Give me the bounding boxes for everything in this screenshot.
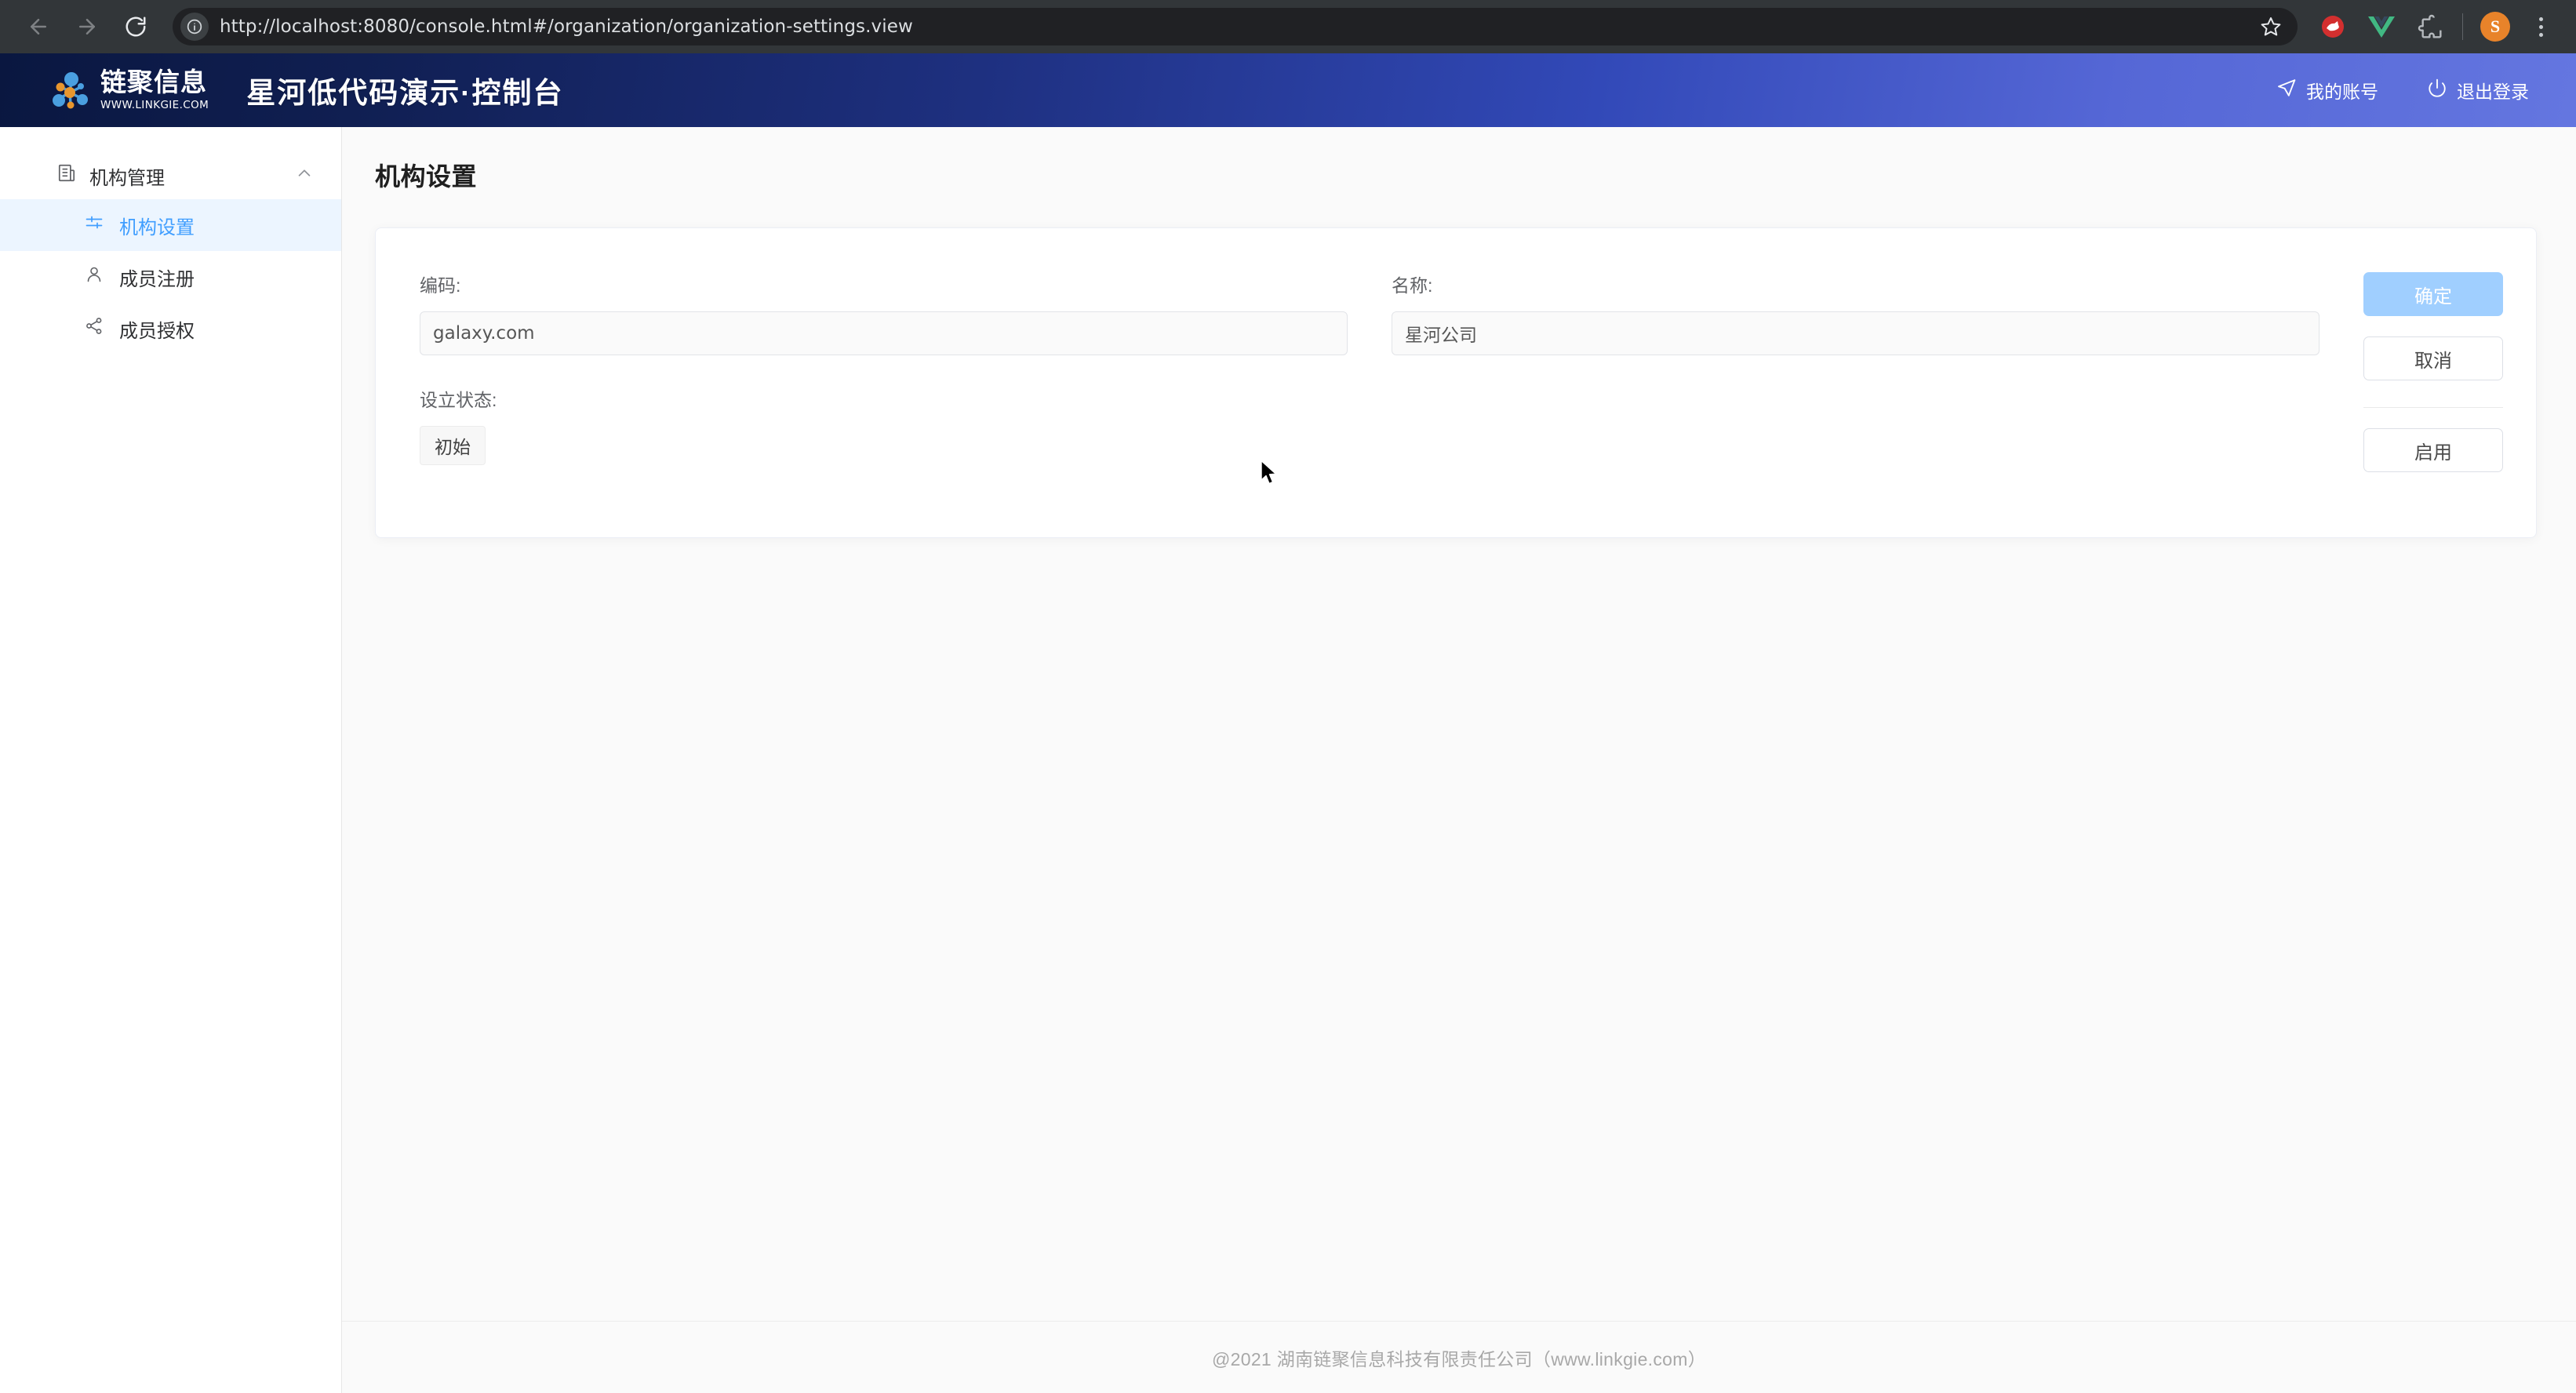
extension-icon-red-animal[interactable] <box>2309 2 2357 51</box>
sidebar-item-label: 机构设置 <box>119 216 195 238</box>
name-input[interactable] <box>1392 311 2319 355</box>
code-input[interactable] <box>420 311 1348 355</box>
confirm-button[interactable]: 确定 <box>2363 272 2503 316</box>
org-settings-form: 编码: 名称: 设立状态: 初始 <box>420 271 2363 495</box>
sidebar-group-org-management[interactable]: 机构管理 <box>0 152 341 199</box>
sidebar: 机构管理 机构设置 成员注册 成员授权 <box>0 127 342 1393</box>
user-icon <box>85 265 104 289</box>
molecule-network-logo-icon <box>45 66 94 115</box>
reload-button[interactable] <box>111 2 160 51</box>
field-name-label: 名称: <box>1392 275 1433 296</box>
bookmark-star-icon[interactable] <box>2254 9 2288 44</box>
vue-devtools-icon[interactable] <box>2357 2 2406 51</box>
logout-label: 退出登录 <box>2457 82 2529 102</box>
avatar-initial: S <box>2480 12 2510 42</box>
field-name: 名称: <box>1392 271 2363 355</box>
forward-button[interactable] <box>63 2 111 51</box>
address-bar[interactable]: http://localhost:8080/console.html#/orga… <box>173 8 2298 45</box>
card-actions: 确定 取消 启用 <box>2363 271 2503 493</box>
kebab-dot <box>2538 24 2543 29</box>
main-content: 机构设置 编码: 名称: 设立状态: 初始 <box>342 127 2576 1393</box>
app-body: 机构管理 机构设置 成员注册 成员授权 机构设置 编码: galaxy.com … <box>0 127 2576 1393</box>
my-account-label: 我的账号 <box>2306 82 2378 102</box>
back-button[interactable] <box>14 2 63 51</box>
chevron-up-icon[interactable] <box>296 165 313 187</box>
action-divider <box>2363 407 2503 408</box>
header-actions: 我的账号 退出登录 <box>2276 77 2529 104</box>
sidebar-item-member-register[interactable]: 成员注册 <box>0 251 341 303</box>
kebab-dot <box>2538 16 2543 21</box>
kebab-dot <box>2538 32 2543 37</box>
field-status-label: 设立状态: <box>420 390 497 410</box>
sidebar-group-label: 机构管理 <box>89 167 165 189</box>
brand-name-cn: 链聚信息 <box>100 67 207 96</box>
arrow-right-icon <box>75 15 99 38</box>
share-nodes-icon <box>85 317 104 341</box>
toolbar-divider <box>2462 13 2463 40</box>
page-title: 机构设置 <box>375 162 478 191</box>
content-inner: 机构设置 编码: 名称: 设立状态: 初始 <box>342 127 2576 1321</box>
kebab-menu-icon[interactable] <box>2520 2 2562 51</box>
sidebar-item-label: 成员注册 <box>119 268 195 290</box>
sidebar-item-org-settings[interactable]: 机构设置 <box>0 199 341 251</box>
brand-wordmark: 链聚信息 WWW.LINKGIE.COM <box>100 67 209 112</box>
send-plane-icon <box>2276 78 2297 103</box>
logout-button[interactable]: 退出登录 <box>2427 77 2529 104</box>
org-settings-card: 编码: 名称: 设立状态: 初始 确定 <box>375 227 2537 538</box>
site-info-icon[interactable] <box>180 13 209 41</box>
profile-avatar[interactable]: S <box>2471 2 2520 51</box>
sidebar-item-label: 成员授权 <box>119 320 195 342</box>
field-code-label: 编码: <box>420 275 461 296</box>
status-badge: 初始 <box>420 426 486 465</box>
cancel-button[interactable]: 取消 <box>2363 336 2503 380</box>
app-footer: @2021 湖南链聚信息科技有限责任公司（www.linkgie.com） <box>342 1321 2576 1393</box>
app-header: 链聚信息 WWW.LINKGIE.COM 星河低代码演示·控制台 我的账号 退出… <box>0 53 2576 127</box>
brand-url: WWW.LINKGIE.COM <box>100 99 209 112</box>
page-app-title: 星河低代码演示·控制台 <box>246 77 564 109</box>
arrow-left-icon <box>27 15 50 38</box>
field-status: 设立状态: 初始 <box>420 385 2363 465</box>
reload-icon <box>124 15 147 38</box>
sliders-icon <box>85 213 104 238</box>
extensions-puzzle-icon[interactable] <box>2406 2 2454 51</box>
sidebar-item-member-authorization[interactable]: 成员授权 <box>0 303 341 355</box>
field-code: 编码: <box>420 271 1392 355</box>
page-root: http://localhost:8080/console.html#/orga… <box>0 0 2576 1393</box>
browser-extensions: S <box>2309 2 2562 51</box>
brand-logo[interactable]: 链聚信息 WWW.LINKGIE.COM <box>45 66 209 115</box>
browser-toolbar: http://localhost:8080/console.html#/orga… <box>0 0 2576 53</box>
url-text: http://localhost:8080/console.html#/orga… <box>220 16 913 37</box>
enable-button[interactable]: 启用 <box>2363 428 2503 472</box>
footer-copyright: @2021 湖南链聚信息科技有限责任公司（www.linkgie.com） <box>1212 1348 1706 1369</box>
building-icon <box>56 163 77 189</box>
power-icon <box>2427 78 2447 103</box>
my-account-button[interactable]: 我的账号 <box>2276 77 2378 104</box>
